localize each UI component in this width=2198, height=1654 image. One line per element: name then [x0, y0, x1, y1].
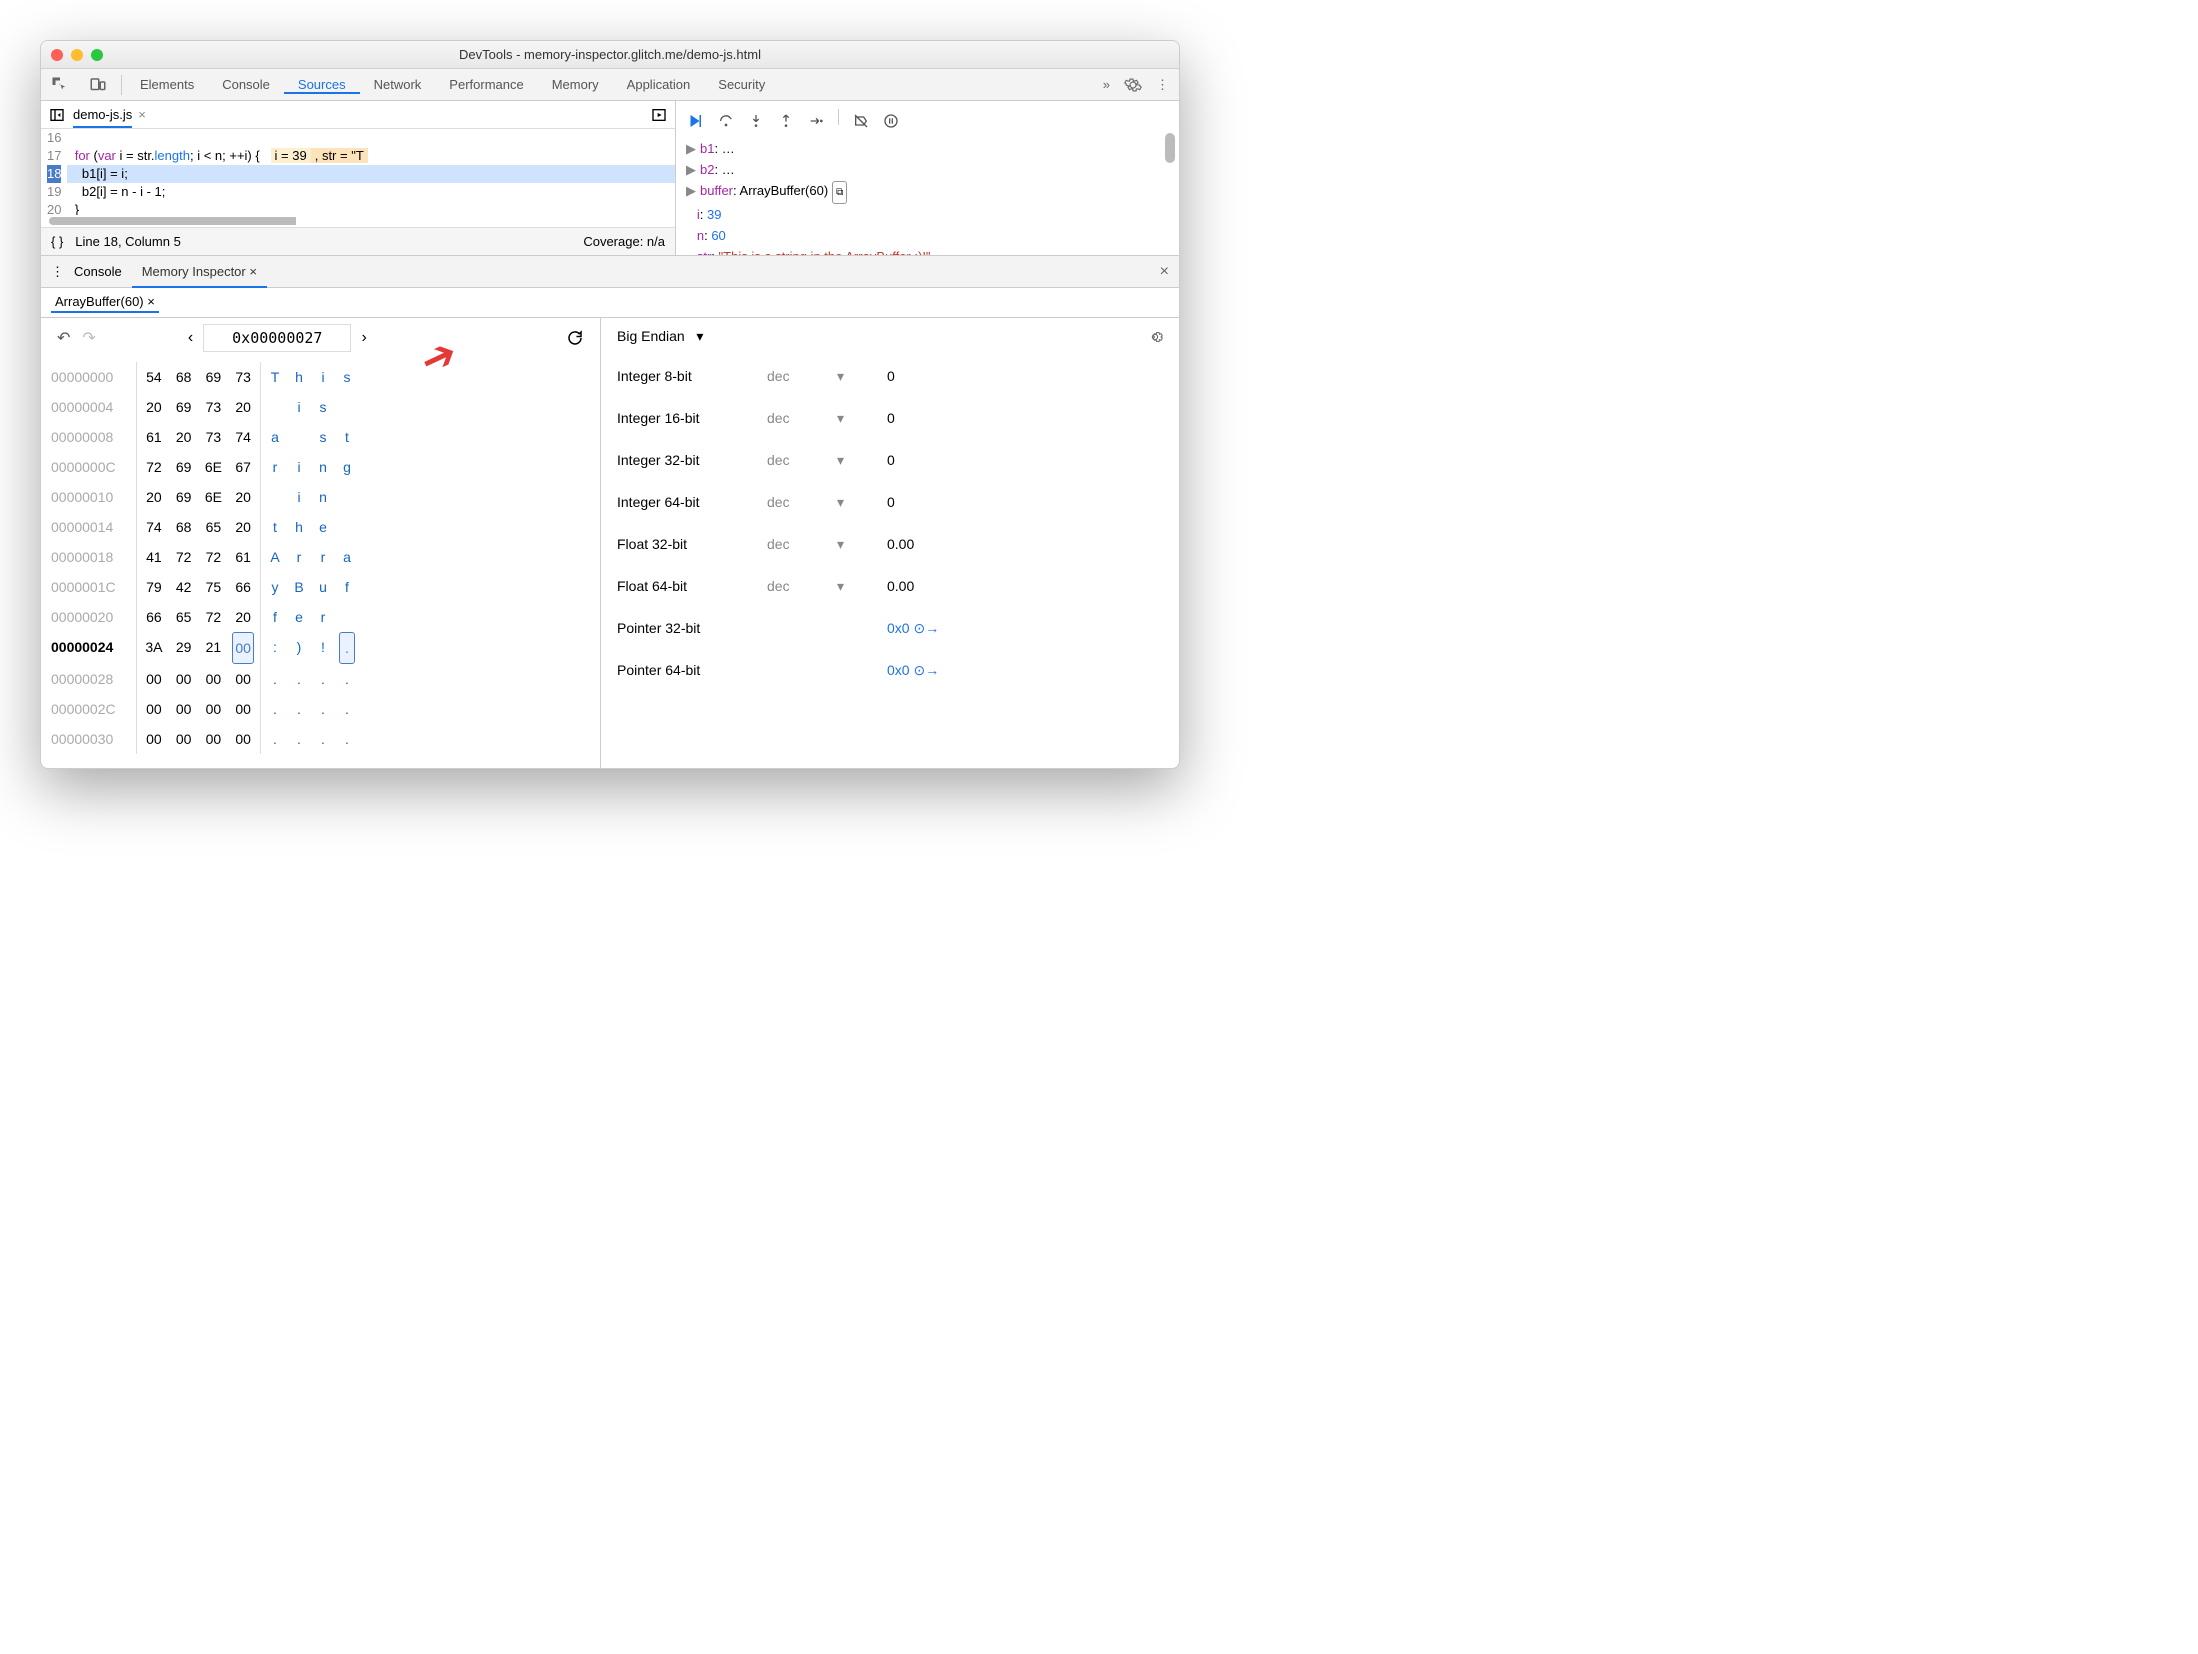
hex-row[interactable]: 0000001474686520the — [51, 512, 590, 542]
close-icon[interactable]: × — [249, 264, 257, 279]
hex-row[interactable]: 0000001C79427566yBuf — [51, 572, 590, 602]
refresh-icon[interactable] — [566, 329, 584, 347]
hex-row[interactable]: 0000001020696E20 in — [51, 482, 590, 512]
format-select[interactable]: dec — [767, 452, 837, 468]
format-select[interactable]: dec — [767, 536, 837, 552]
scope-row[interactable]: ▶b2: … — [686, 159, 1169, 180]
coverage-label: Coverage: n/a — [583, 234, 665, 249]
value-row: Pointer 32-bit0x0 ⊙→ — [617, 607, 1163, 649]
scope-row[interactable]: str: "This is a string in the ArrayBuffe… — [686, 246, 1169, 255]
run-snippet-icon[interactable] — [651, 106, 667, 123]
value-row: Float 32-bitdec▾0.00 — [617, 523, 1163, 565]
hex-row[interactable]: 000000243A292100:)!. — [51, 632, 590, 664]
inspect-icon[interactable] — [41, 76, 79, 94]
undo-icon[interactable]: ↶ — [57, 328, 70, 348]
titlebar: DevTools - memory-inspector.glitch.me/de… — [41, 41, 1179, 69]
tab-console[interactable]: Console — [208, 77, 284, 92]
drawer-tab-console[interactable]: Console — [64, 256, 132, 288]
jump-icon[interactable]: ⊙→ — [913, 620, 939, 636]
tab-memory[interactable]: Memory — [538, 77, 613, 92]
memory-icon[interactable]: ⧉ — [832, 181, 847, 204]
value-interpreter: Big Endian ▾ Integer 8-bitdec▾0Integer 1… — [601, 318, 1179, 768]
hex-row[interactable]: 0000000861207374a st — [51, 422, 590, 452]
step-into-icon[interactable] — [748, 109, 764, 130]
drawer-tab-memory-inspector[interactable]: Memory Inspector × — [132, 256, 267, 288]
scope-panel: ▶b1: …▶b2: …▶buffer: ArrayBuffer(60)⧉ i:… — [676, 101, 1179, 255]
value-row: Integer 64-bitdec▾0 — [617, 481, 1163, 523]
value-row: Pointer 64-bit0x0 ⊙→ — [617, 649, 1163, 691]
nav-pane-icon[interactable] — [49, 106, 65, 123]
tab-elements[interactable]: Elements — [126, 77, 208, 92]
step-icon[interactable] — [808, 109, 824, 130]
value-row: Float 64-bitdec▾0.00 — [617, 565, 1163, 607]
hex-viewer: ➔ ↶ ↷ ‹ 0x00000027 › 0000000054686973Thi… — [41, 318, 601, 768]
devtools-window: DevTools - memory-inspector.glitch.me/de… — [40, 40, 1180, 769]
tab-performance[interactable]: Performance — [435, 77, 537, 92]
value-row: Integer 16-bitdec▾0 — [617, 397, 1163, 439]
scope-row[interactable]: ▶b1: … — [686, 138, 1169, 159]
kebab-icon[interactable]: ⋮ — [51, 264, 64, 280]
window-title: DevTools - memory-inspector.glitch.me/de… — [41, 47, 1179, 62]
close-drawer-icon[interactable]: × — [1160, 263, 1169, 281]
format-select[interactable]: dec — [767, 578, 837, 594]
kebab-icon[interactable]: ⋮ — [1156, 77, 1169, 93]
format-select[interactable]: dec — [767, 368, 837, 384]
next-address-icon[interactable]: › — [361, 329, 366, 347]
horizontal-scrollbar[interactable] — [49, 217, 667, 225]
value-row: Integer 8-bitdec▾0 — [617, 355, 1163, 397]
settings-icon[interactable] — [1147, 328, 1163, 345]
pause-on-exceptions-icon[interactable] — [883, 109, 899, 130]
hex-row[interactable]: 0000002066657220fer — [51, 602, 590, 632]
drawer-tabs: ⋮ ConsoleMemory Inspector × × — [41, 256, 1179, 288]
format-select[interactable]: dec — [767, 410, 837, 426]
settings-icon[interactable] — [1124, 76, 1142, 94]
deactivate-breakpoints-icon[interactable] — [853, 109, 869, 130]
scope-row[interactable]: ▶buffer: ArrayBuffer(60)⧉ — [686, 180, 1169, 204]
scope-row[interactable]: n: 60 — [686, 225, 1169, 246]
code-editor[interactable]: 16171819202122 for (var i = str.length; … — [41, 129, 675, 215]
device-icon[interactable] — [79, 76, 117, 94]
close-icon[interactable]: × — [147, 294, 155, 309]
hex-row[interactable]: 0000001841727261Arra — [51, 542, 590, 572]
prev-address-icon[interactable]: ‹ — [188, 329, 193, 347]
pretty-print-icon[interactable]: { } — [51, 234, 63, 249]
resume-icon[interactable] — [686, 109, 704, 130]
hex-row[interactable]: 0000002C00000000.... — [51, 694, 590, 724]
hex-row[interactable]: 0000002800000000.... — [51, 664, 590, 694]
main-tabs: ElementsConsoleSourcesNetworkPerformance… — [41, 69, 1179, 101]
format-select[interactable]: dec — [767, 494, 837, 510]
value-row: Integer 32-bitdec▾0 — [617, 439, 1163, 481]
address-input[interactable]: 0x00000027 — [203, 324, 351, 352]
tab-application[interactable]: Application — [613, 77, 705, 92]
jump-icon[interactable]: ⊙→ — [913, 662, 939, 678]
tab-sources[interactable]: Sources — [284, 77, 360, 94]
source-file-tab[interactable]: demo-js.js — [73, 107, 132, 128]
close-file-icon[interactable]: × — [138, 107, 146, 122]
cursor-position: Line 18, Column 5 — [75, 234, 181, 249]
step-over-icon[interactable] — [718, 109, 734, 130]
step-out-icon[interactable] — [778, 109, 794, 130]
vertical-scrollbar[interactable] — [1165, 133, 1175, 163]
tab-network[interactable]: Network — [360, 77, 436, 92]
overflow-icon[interactable]: » — [1103, 77, 1110, 92]
hex-row[interactable]: 0000000C72696E67ring — [51, 452, 590, 482]
redo-icon[interactable]: ↷ — [82, 328, 95, 348]
hex-row[interactable]: 0000003000000000.... — [51, 724, 590, 754]
tab-security[interactable]: Security — [704, 77, 779, 92]
hex-row[interactable]: 0000000420697320 is — [51, 392, 590, 422]
endianness-select[interactable]: Big Endian ▾ — [617, 328, 703, 345]
hex-row[interactable]: 0000000054686973This — [51, 362, 590, 392]
memory-inspector-tab[interactable]: ArrayBuffer(60) × — [51, 292, 159, 313]
sources-panel: demo-js.js × 16171819202122 for (var i =… — [41, 101, 676, 255]
scope-row[interactable]: i: 39 — [686, 204, 1169, 225]
